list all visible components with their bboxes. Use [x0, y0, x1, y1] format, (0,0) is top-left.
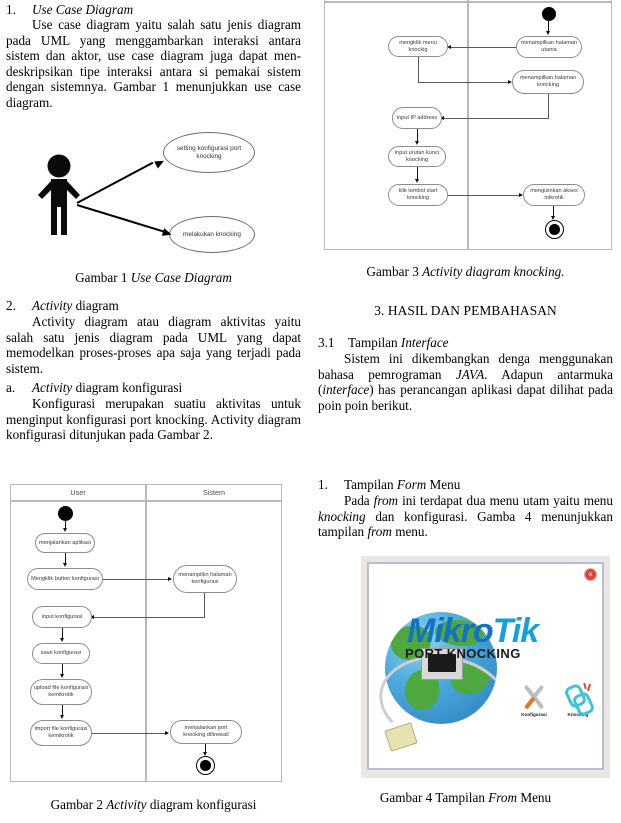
figure-2-node-menjalankan-aplikasi: menjalankan aplikasi — [35, 533, 95, 553]
association-line-2 — [76, 204, 169, 234]
flow-line — [92, 733, 168, 734]
flow-line — [450, 47, 516, 48]
figure-3-node-klik-tombol-start: klik tombol start knocking — [388, 184, 448, 206]
paper-page: 1. Use Case Diagram Use case diagram yai… — [0, 0, 621, 823]
figure-2-start-node — [58, 506, 73, 521]
flow-arrow — [63, 563, 67, 567]
paragraph-konfigurasi: Konfigurasi merupakan suatiu aktivitas u… — [6, 396, 301, 443]
heading-use-case-diagram: 1. Use Case Diagram — [6, 2, 301, 18]
figure-3-node-input-urutan-kunci: input urutan kunci knocking — [388, 146, 446, 167]
usecase-setting-konfigurasi: setting konfigurasi port knocking — [163, 132, 255, 173]
figure-2-end-node — [196, 756, 215, 775]
app-subtitle: PORT KNOCKING — [405, 646, 521, 661]
figure-1-use-case-diagram: setting konfigurasi port knocking melaku… — [6, 128, 301, 278]
figure-3-end-node — [545, 220, 564, 239]
figure-3-caption: Gambar 3 Activity diagram knocking. — [366, 264, 565, 279]
flow-line — [94, 617, 205, 618]
close-icon[interactable]: × — [584, 568, 597, 581]
heading-number: 1. — [6, 2, 16, 17]
figure-2-node-import-file-konfigurasi: import file konfigurasi kemikrotik — [30, 720, 92, 746]
paragraph-activity: Activity diagram atau diagram aktivitas … — [6, 314, 301, 376]
item-number: 1. — [318, 477, 328, 492]
app-window: × MikroTik PORT KNOCKING Konfigurasi Kno… — [367, 562, 604, 770]
flow-arrow — [415, 179, 419, 183]
flow-line — [444, 118, 549, 119]
heading-activity-diagram: 2. Activity diagram — [6, 298, 301, 314]
subsection-number: 3.1 — [318, 335, 335, 350]
flow-arrow — [546, 31, 550, 35]
heading-text: Use Case Diagram — [32, 2, 134, 17]
flow-arrow — [60, 674, 64, 678]
flow-line — [418, 82, 510, 83]
figure-3-node-menampilkan-halaman-utama: menampilkan halaman utama — [516, 36, 582, 58]
figure-3-start-node — [542, 7, 556, 21]
subsection-tampilan-interface: 3.1 Tampilan Interface — [318, 335, 613, 351]
flow-arrow — [63, 528, 67, 532]
heading-number: 2. — [6, 298, 16, 313]
figure-3-node-input-ip-address: input IP address — [392, 107, 442, 129]
figure-2-node-mengklik-button-konfigurasi: Mengklik button konfigurasi — [27, 568, 103, 590]
knocking-button[interactable]: Knocking — [563, 682, 596, 718]
figure-3-node-mengklik-menu-knockig: mengklik menu knockig — [388, 36, 448, 57]
flow-arrow — [168, 576, 172, 581]
heading-text: Activity diagram konfigurasi — [32, 380, 183, 395]
figure-3-activity-diagram: User Sistem menampilkan halaman utama me… — [324, 0, 612, 250]
figure-2-node-input-konfigurasi: input konfigurasi — [32, 606, 92, 628]
association-line-1 — [76, 161, 154, 204]
figure-2-node-menampilkn-halaman-konfigurasi: menampilkn halaman konfigurasi — [173, 565, 237, 593]
figure-2-activity-diagram: User Sistem menjalankan aplikasi Mengkli… — [10, 484, 282, 782]
figure-1-caption: Gambar 1 Use Case Diagram — [75, 270, 232, 285]
right-column: User Sistem menampilkan halaman utama me… — [318, 0, 613, 823]
figure-4-caption: Gambar 4 Tampilan From Menu — [379, 790, 552, 805]
flow-line — [448, 195, 522, 196]
figure-2-lane-header-sistem: Sistem — [146, 484, 282, 501]
wrench-screwdriver-icon — [521, 684, 547, 710]
flow-line — [548, 94, 549, 118]
chain-link-icon — [563, 682, 596, 718]
flow-arrow — [60, 638, 64, 642]
figure-3-node-mengizinkan-akses-mikrotik: mengizinkan akses mikrotik — [523, 184, 585, 206]
paragraph-form-menu: Pada from ini terdapat dua menu utam yai… — [318, 493, 613, 540]
figure-2-caption: Gambar 2 Activity diagram konfigurasi — [50, 797, 257, 812]
figure-2-node-upload-file-konfigurasi: upload file konfigurasi kemikrotik — [30, 679, 92, 705]
flow-line — [204, 593, 205, 617]
heading-activity-konfigurasi: a. Activity diagram konfigurasi — [6, 380, 301, 396]
figure-2-lane-header-user: User — [10, 484, 146, 501]
subsection-text: Tampilan Interface — [348, 335, 449, 350]
item-text: Tampilan Form Menu — [344, 477, 461, 492]
flow-line — [418, 57, 419, 82]
actor-icon — [36, 154, 82, 236]
heading-number: a. — [6, 380, 16, 395]
flow-arrow — [415, 141, 419, 145]
figure-2-node-save-konfigurasi: save konfigurasi — [32, 643, 90, 664]
figure-2-node-menjalankan-port-knocking: menjalankan port knocking difirewall — [170, 720, 242, 744]
paragraph-interface: Sistem ini dikembangkan denga menggunaka… — [318, 351, 613, 413]
section-title-hasil-pembahasan: 3. HASIL DAN PEMBAHASAN — [374, 303, 557, 318]
left-column: 1. Use Case Diagram Use case diagram yai… — [6, 0, 301, 823]
usecase-melakukan-knocking: melakukan knocking — [169, 216, 255, 253]
figure-4-app-screenshot: × MikroTik PORT KNOCKING Konfigurasi Kno… — [361, 556, 610, 778]
heading-text: Activity diagram — [32, 298, 119, 313]
association-arrow-1 — [154, 157, 166, 169]
konfigurasi-button[interactable]: Konfigurasi — [521, 684, 547, 717]
flow-arrow — [165, 730, 169, 735]
figure-3-node-menampilkan-halaman-knocking: menampilkan halaman knocking — [512, 70, 584, 94]
paragraph-use-case: Use case diagram yaitu salah satu jenis … — [6, 17, 301, 110]
flow-arrow — [60, 715, 64, 719]
konfigurasi-button-label: Konfigurasi — [521, 712, 547, 717]
item-tampilan-form-menu: 1. Tampilan Form Menu — [318, 477, 613, 493]
flow-line — [103, 579, 171, 580]
